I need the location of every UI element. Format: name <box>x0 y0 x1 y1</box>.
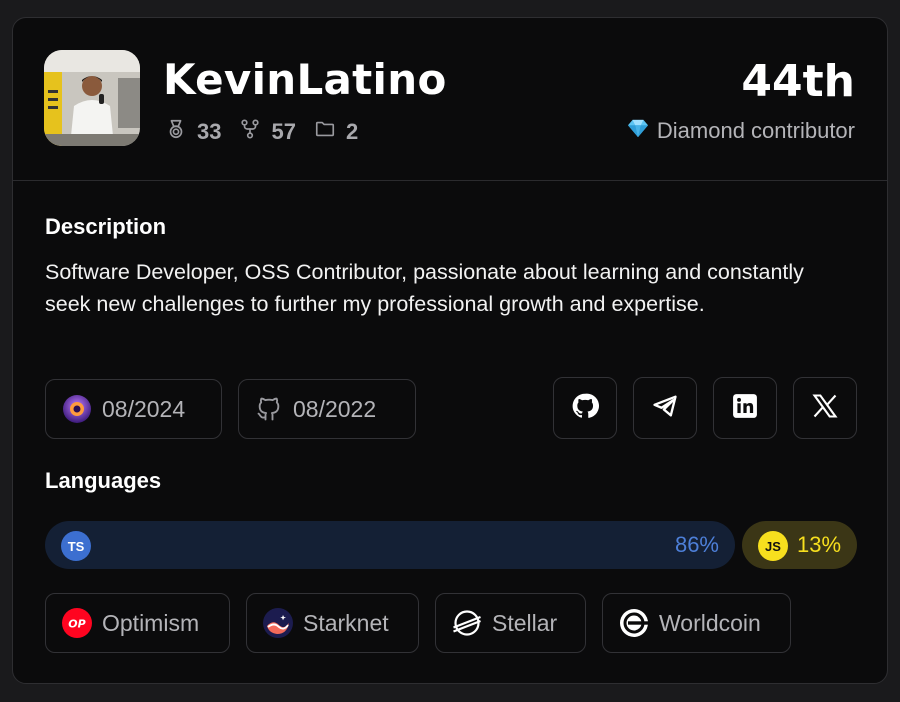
linkedin-link[interactable] <box>713 377 777 439</box>
rewards-count: 33 <box>197 119 222 144</box>
x-icon <box>811 392 839 425</box>
onlydust-joined-chip: 08/2024 <box>45 379 222 439</box>
rewards-stat: 33 <box>165 118 221 146</box>
avatar <box>44 50 140 146</box>
projects-stat: 2 <box>314 118 358 146</box>
ecosystem-starknet[interactable]: Starknet <box>246 593 419 653</box>
profile-header: KevinLatino 33 57 2 44th Diamond contrib… <box>13 18 887 181</box>
telegram-icon <box>651 392 679 425</box>
x-link[interactable] <box>793 377 857 439</box>
ecosystem-optimism[interactable]: OP Optimism <box>45 593 230 653</box>
github-link[interactable] <box>553 377 617 439</box>
rank: 44th <box>741 56 855 107</box>
typescript-bar: TS 86% <box>45 521 735 569</box>
starknet-logo-icon <box>263 608 293 638</box>
javascript-badge: JS <box>758 531 788 561</box>
javascript-percent: 13% <box>797 532 842 557</box>
projects-count: 2 <box>345 119 359 144</box>
contributor-card: KevinLatino 33 57 2 44th Diamond contrib… <box>12 17 888 684</box>
ecosystem-stellar[interactable]: Stellar <box>435 593 586 653</box>
onlydust-logo-icon <box>62 394 92 424</box>
contributions-count: 57 <box>271 119 296 144</box>
folder-icon <box>314 118 346 146</box>
typescript-badge: TS <box>61 531 91 561</box>
svg-text:OP: OP <box>68 618 85 631</box>
diamond-icon <box>627 118 649 144</box>
ecosystem-starknet-label: Starknet <box>303 609 389 636</box>
languages-heading: Languages <box>45 468 162 493</box>
medal-icon <box>165 118 197 146</box>
ecosystem-worldcoin[interactable]: Worldcoin <box>602 593 791 653</box>
github-joined-date: 08/2022 <box>293 395 377 422</box>
ecosystem-stellar-label: Stellar <box>492 609 558 636</box>
ecosystem-optimism-label: Optimism <box>102 609 200 636</box>
javascript-bar: JS 13% <box>742 521 857 569</box>
username: KevinLatino <box>163 55 447 104</box>
tier-text: Diamond contributor <box>656 118 855 143</box>
github-outline-icon <box>255 395 283 423</box>
stellar-logo-icon <box>452 608 482 638</box>
github-joined-chip: 08/2022 <box>238 379 416 439</box>
profile-stats: 33 57 2 <box>165 118 376 146</box>
ecosystem-worldcoin-label: Worldcoin <box>659 609 761 636</box>
linkedin-icon <box>732 393 758 424</box>
optimism-logo-icon: OP <box>62 608 92 638</box>
contributions-stat: 57 <box>239 118 296 146</box>
description-text: Software Developer, OSS Contributor, pas… <box>45 260 804 316</box>
typescript-percent: 86% <box>674 532 719 557</box>
description-heading: Description <box>45 214 167 239</box>
tier-label: Diamond contributor <box>627 118 855 144</box>
onlydust-joined-date: 08/2024 <box>102 395 186 422</box>
github-icon <box>571 392 599 425</box>
telegram-link[interactable] <box>633 377 697 439</box>
git-fork-icon <box>239 118 271 146</box>
worldcoin-logo-icon <box>619 608 649 638</box>
